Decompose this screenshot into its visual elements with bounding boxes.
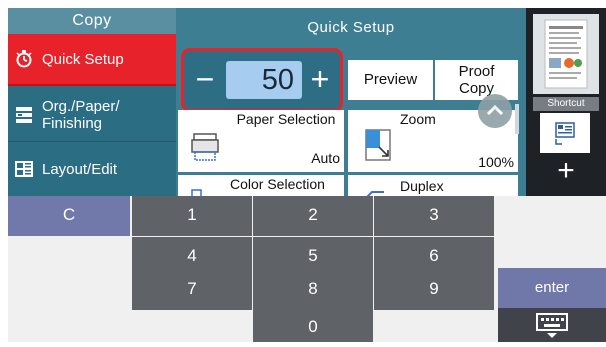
nav-item-org-paper-finishing[interactable]: Org./Paper/ Finishing [8,88,176,142]
right-panel: Shortcut + [526,8,606,196]
copies-input[interactable]: 50 [226,61,302,99]
left-nav: Copy Quick Setup Org./Paper/ Finishing L… [8,8,176,196]
preview-thumbnail[interactable] [533,14,599,94]
paper-selection-value: Auto [311,150,340,166]
chevron-up-icon [486,104,504,116]
color-selection-title: Color Selection [230,176,325,192]
page-title: Quick Setup [307,19,395,36]
nav-item-layout-edit[interactable]: Layout/Edit [8,143,176,195]
enter-key[interactable]: enter [498,268,606,308]
paper-selection-title: Paper Selection [236,111,336,127]
add-shortcut-button[interactable]: + [533,152,599,192]
copies-stepper: − 50 + [181,48,343,112]
key-2[interactable]: 2 [253,196,373,236]
decrement-button[interactable]: − [190,61,220,99]
zoom-title: Zoom [400,111,436,127]
scroll-up-button[interactable] [478,94,512,128]
shortcut-icon [555,122,575,145]
scrollbar[interactable] [515,104,519,134]
quick-setup-icon [14,49,34,69]
clear-key[interactable]: C [8,196,130,236]
nav-title: Copy [8,8,176,34]
shortcut-label: Shortcut [533,97,599,111]
color-icon [190,187,220,196]
key-9[interactable]: 9 [374,270,494,310]
key-3[interactable]: 3 [374,196,494,236]
duplex-tile[interactable]: Duplex [348,175,518,196]
keyboard-icon [536,313,568,338]
nav-item-quick-setup[interactable]: Quick Setup [8,34,176,86]
keyboard-button[interactable] [498,308,606,342]
layout-edit-icon [14,159,34,179]
org-paper-icon [14,105,34,125]
key-0[interactable]: 0 [253,308,373,342]
key-8[interactable]: 8 [253,270,373,310]
nav-label-org-paper: Org./Paper/ Finishing [42,97,120,132]
zoom-icon [364,128,394,165]
paper-selection-tile[interactable]: Paper Selection Auto [178,110,344,172]
zoom-value: 100% [478,154,514,170]
shortcut-button[interactable] [540,113,590,153]
color-selection-tile[interactable]: Color Selection [178,175,344,196]
paper-tray-icon [190,132,222,167]
nav-label-layout-edit: Layout/Edit [42,160,118,178]
duplex-title: Duplex [400,178,444,194]
increment-button[interactable]: + [305,61,335,99]
preview-button[interactable]: Preview [348,60,433,100]
quick-setup-panel: Quick Setup − 50 + Preview Proof Copy Pa… [176,8,526,196]
key-7[interactable]: 7 [132,270,252,310]
duplex-icon [362,187,392,196]
key-1[interactable]: 1 [132,196,252,236]
nav-label-quick-setup: Quick Setup [42,50,124,68]
document-thumbnail-icon [544,19,588,89]
